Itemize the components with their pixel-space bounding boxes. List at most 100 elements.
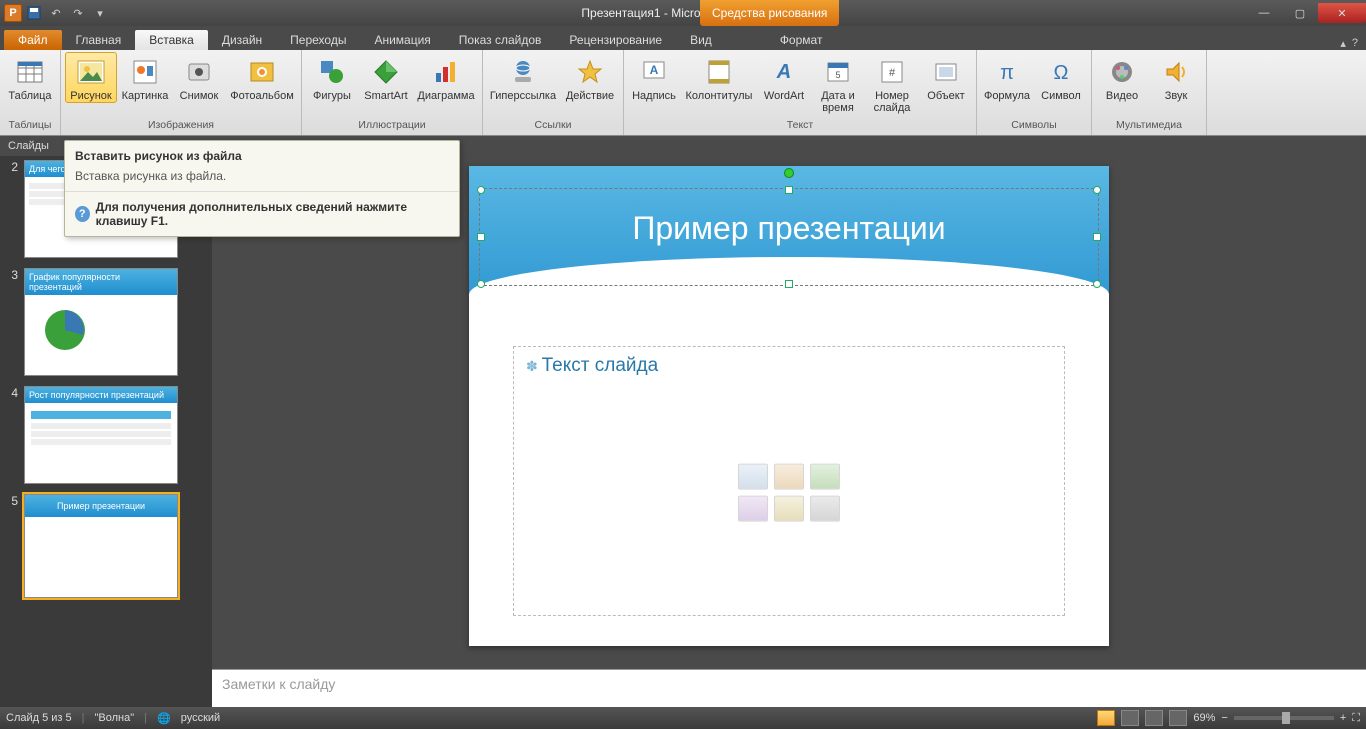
tab-animation[interactable]: Анимация (360, 30, 444, 50)
language-icon[interactable]: 🌐 (157, 712, 171, 725)
notes-pane[interactable]: Заметки к слайду (212, 669, 1366, 707)
info-icon: ? (75, 206, 90, 222)
tab-slideshow[interactable]: Показ слайдов (445, 30, 556, 50)
zoom-in-button[interactable]: + (1340, 712, 1346, 724)
insert-hyperlink-button[interactable]: Гиперссылка (487, 52, 559, 102)
tooltip-title: Вставить рисунок из файла (65, 141, 459, 167)
maximize-button[interactable]: ▢ (1282, 3, 1318, 23)
view-sorter-button[interactable] (1121, 710, 1139, 726)
insert-photoalbum-button[interactable]: Фотоальбом (227, 52, 297, 102)
audio-icon (1160, 56, 1192, 88)
insert-object-button[interactable]: Объект (920, 52, 972, 102)
zoom-fit-button[interactable]: ⛶ (1352, 712, 1360, 725)
slide-thumbnail[interactable]: График популярности презентаций (24, 268, 178, 376)
insert-textbox-button[interactable]: A Надпись (628, 52, 680, 102)
qat-redo-icon[interactable]: ↷ (68, 3, 88, 23)
thumb-number: 4 (4, 386, 18, 484)
slide-thumbnail-row[interactable]: 4 Рост популярности презентаций (4, 386, 208, 484)
resize-handle[interactable] (1093, 186, 1101, 194)
insert-chart-icon[interactable] (774, 464, 804, 490)
title-placeholder[interactable]: Пример презентации (481, 190, 1097, 284)
slide-thumbnail-row[interactable]: 3 График популярности презентаций (4, 268, 208, 376)
insert-screenshot-button[interactable]: Снимок (173, 52, 225, 102)
svg-text:#: # (889, 67, 896, 79)
btn-label: Фотоальбом (230, 90, 294, 102)
insert-headerfooter-button[interactable]: Колонтитулы (682, 52, 756, 102)
wordart-icon: A (768, 56, 800, 88)
insert-picture-button[interactable]: Рисунок (65, 52, 117, 103)
btn-label: Объект (927, 90, 964, 102)
minimize-button[interactable]: — (1246, 3, 1282, 23)
qat-dropdown-icon[interactable]: ▾ (90, 3, 110, 23)
rotate-handle[interactable] (784, 168, 794, 178)
slide-thumbnail-row[interactable]: 5 Пример презентации (4, 494, 208, 598)
insert-picture-icon[interactable] (738, 496, 768, 522)
insert-action-button[interactable]: Действие (561, 52, 619, 102)
insert-media-icon[interactable] (810, 496, 840, 522)
tab-review[interactable]: Рецензирование (555, 30, 676, 50)
btn-label: Действие (566, 90, 614, 102)
insert-smartart-button[interactable]: SmartArt (360, 52, 412, 102)
group-label: Ссылки (535, 119, 572, 135)
group-label: Символы (1011, 119, 1056, 135)
slide-thumbnail[interactable]: Пример презентации (24, 494, 178, 598)
close-button[interactable]: ✕ (1318, 3, 1366, 23)
insert-table-icon[interactable] (738, 464, 768, 490)
ribbon-group-tables: Таблица Таблицы (0, 50, 61, 135)
tab-view[interactable]: Вид (676, 30, 726, 50)
status-language[interactable]: русский (181, 712, 220, 724)
tooltip-help: ? Для получения дополнительных сведений … (65, 191, 459, 236)
content-placeholder[interactable]: Текст слайда (513, 346, 1065, 616)
resize-handle[interactable] (477, 280, 485, 288)
slide-thumbnail[interactable]: Рост популярности презентаций (24, 386, 178, 484)
resize-handle[interactable] (785, 280, 793, 288)
group-label: Изображения (148, 119, 214, 135)
resize-handle[interactable] (785, 186, 793, 194)
screenshot-icon (183, 56, 215, 88)
slide-canvas[interactable]: Пример презентации Текст слайда (469, 166, 1109, 646)
zoom-out-button[interactable]: − (1221, 712, 1227, 724)
resize-handle[interactable] (477, 186, 485, 194)
btn-label: Фигуры (313, 90, 351, 102)
placeholder-text[interactable]: Текст слайда (526, 355, 1052, 377)
resize-handle[interactable] (1093, 233, 1101, 241)
resize-handle[interactable] (477, 233, 485, 241)
insert-chart-button[interactable]: Диаграмма (414, 52, 478, 102)
ribbon-group-illustrations: Фигуры SmartArt Диаграмма Иллюстрации (302, 50, 483, 135)
insert-clipart-icon[interactable] (774, 496, 804, 522)
qat-undo-icon[interactable]: ↶ (46, 3, 66, 23)
tab-file[interactable]: Файл (4, 30, 62, 50)
zoom-thumb[interactable] (1282, 712, 1290, 724)
insert-wordart-button[interactable]: A WordArt (758, 52, 810, 102)
clipart-icon (129, 56, 161, 88)
status-slide-info: Слайд 5 из 5 (6, 712, 72, 724)
ribbon-group-text: A Надпись Колонтитулы A WordArt 5 Дата и… (624, 50, 977, 135)
view-reading-button[interactable] (1145, 710, 1163, 726)
insert-slidenumber-button[interactable]: # Номер слайда (866, 52, 918, 114)
insert-clipart-button[interactable]: Картинка (119, 52, 171, 102)
tab-insert[interactable]: Вставка (135, 30, 208, 50)
svg-text:Ω: Ω (1054, 62, 1069, 84)
insert-table-button[interactable]: Таблица (4, 52, 56, 102)
equation-icon: π (991, 56, 1023, 88)
view-normal-button[interactable] (1097, 710, 1115, 726)
qat-save-icon[interactable] (24, 3, 44, 23)
insert-smartart-icon[interactable] (810, 464, 840, 490)
insert-shapes-button[interactable]: Фигуры (306, 52, 358, 102)
action-icon (574, 56, 606, 88)
tab-design[interactable]: Дизайн (208, 30, 276, 50)
ribbon-minimize-icon[interactable]: ▴ (1340, 37, 1346, 50)
insert-audio-button[interactable]: Звук (1150, 52, 1202, 102)
insert-symbol-button[interactable]: Ω Символ (1035, 52, 1087, 102)
tab-transitions[interactable]: Переходы (276, 30, 360, 50)
insert-datetime-button[interactable]: 5 Дата и время (812, 52, 864, 114)
zoom-level[interactable]: 69% (1193, 712, 1215, 724)
help-icon[interactable]: ? (1352, 37, 1358, 50)
zoom-slider[interactable] (1234, 716, 1334, 720)
insert-video-button[interactable]: Видео (1096, 52, 1148, 102)
resize-handle[interactable] (1093, 280, 1101, 288)
tab-format[interactable]: Формат (766, 30, 837, 50)
insert-equation-button[interactable]: π Формула (981, 52, 1033, 102)
tab-home[interactable]: Главная (62, 30, 136, 50)
view-slideshow-button[interactable] (1169, 710, 1187, 726)
